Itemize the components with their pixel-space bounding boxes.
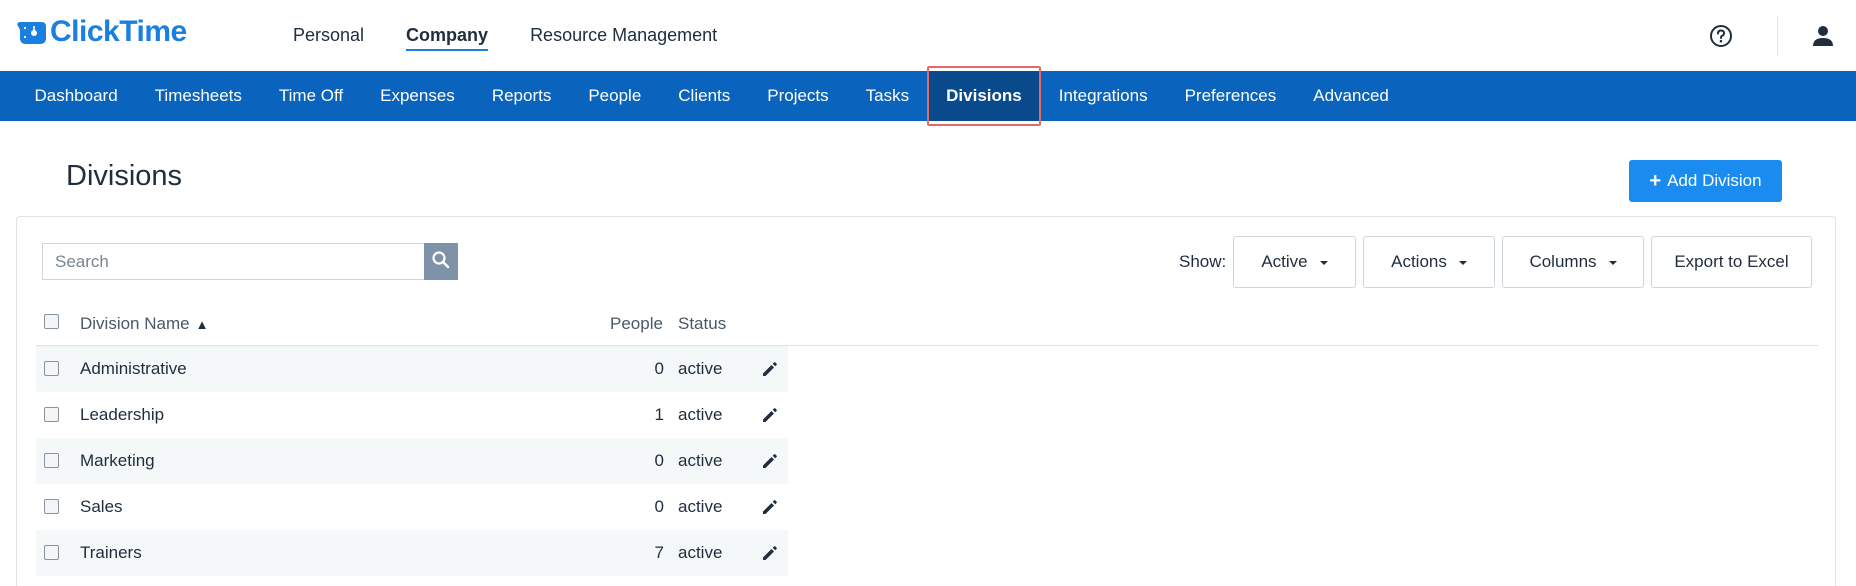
question-circle-icon[interactable] — [1708, 23, 1734, 49]
row-checkbox[interactable] — [44, 407, 59, 422]
nav-timesheets[interactable]: Timesheets — [136, 71, 260, 121]
people-count: 1 — [654, 405, 664, 424]
row-checkbox[interactable] — [44, 361, 59, 376]
nav-expenses[interactable]: Expenses — [362, 71, 474, 121]
table-row: Marketing 0 active — [36, 438, 788, 484]
top-nav: Personal Company Resource Management — [293, 0, 759, 71]
division-name[interactable]: Leadership — [80, 405, 164, 425]
top-header: ClickTime Personal Company Resource Mana… — [0, 0, 1856, 71]
nav-reports[interactable]: Reports — [473, 71, 570, 121]
division-name[interactable]: Trainers — [80, 543, 142, 563]
pencil-edit-icon[interactable] — [760, 359, 780, 379]
columns-label: Columns — [1529, 252, 1597, 271]
search-button[interactable] — [424, 243, 458, 280]
sort-ascending-icon: ▲ — [195, 317, 209, 332]
clicktime-logo[interactable]: ClickTime — [16, 14, 187, 50]
search-input[interactable] — [42, 243, 424, 280]
add-division-label: Add Division — [1667, 171, 1762, 190]
row-checkbox[interactable] — [44, 453, 59, 468]
select-all-checkbox[interactable] — [44, 314, 59, 329]
nav-advanced[interactable]: Advanced — [1295, 71, 1408, 121]
pencil-edit-icon[interactable] — [760, 405, 780, 425]
nav-time-off[interactable]: Time Off — [260, 71, 361, 121]
nav-tasks[interactable]: Tasks — [847, 71, 927, 121]
top-right-controls — [1708, 0, 1856, 71]
pencil-edit-icon[interactable] — [760, 543, 780, 563]
division-name[interactable]: Administrative — [80, 359, 187, 379]
division-name[interactable]: Marketing — [80, 451, 155, 471]
row-checkbox[interactable] — [44, 499, 59, 514]
search-bar — [42, 243, 458, 280]
columns-dropdown[interactable]: Columns — [1502, 236, 1644, 288]
main-nav: Dashboard Timesheets Time Off Expenses R… — [0, 66, 1856, 126]
show-filter-value: Active — [1261, 252, 1308, 271]
division-name-header-label: Division Name — [80, 314, 190, 333]
export-to-excel-button[interactable]: Export to Excel — [1651, 236, 1812, 288]
pencil-edit-icon[interactable] — [760, 497, 780, 517]
logo-text: ClickTime — [50, 15, 187, 48]
people-count: 0 — [654, 451, 664, 470]
nav-divisions[interactable]: Divisions — [926, 66, 1041, 126]
nav-people[interactable]: People — [570, 71, 660, 121]
caret-down-icon — [1608, 261, 1617, 265]
add-division-button[interactable]: + Add Division — [1629, 160, 1782, 202]
top-nav-personal[interactable]: Personal — [293, 0, 364, 71]
top-nav-company[interactable]: Company — [406, 0, 489, 71]
nav-clients[interactable]: Clients — [660, 71, 749, 121]
row-checkbox[interactable] — [44, 545, 59, 560]
actions-dropdown[interactable]: Actions — [1363, 236, 1495, 288]
page-title: Divisions — [66, 160, 183, 192]
status-text: active — [678, 543, 723, 562]
show-filter-dropdown[interactable]: Active — [1233, 236, 1356, 288]
table-row: Sales 0 active — [36, 484, 788, 530]
column-header-people[interactable]: People — [610, 314, 663, 334]
people-count: 0 — [654, 497, 664, 516]
division-name[interactable]: Sales — [80, 497, 123, 517]
people-count: 0 — [654, 359, 664, 378]
table-row: Administrative 0 active — [36, 346, 788, 392]
nav-integrations[interactable]: Integrations — [1040, 71, 1166, 121]
nav-projects[interactable]: Projects — [749, 71, 847, 121]
header-divider — [1777, 15, 1778, 56]
people-count: 7 — [654, 543, 664, 562]
caret-down-icon — [1319, 261, 1328, 265]
user-icon[interactable] — [1810, 23, 1836, 49]
nav-preferences[interactable]: Preferences — [1166, 71, 1295, 121]
table-row: Trainers 7 active — [36, 530, 788, 576]
status-text: active — [678, 405, 723, 424]
nav-dashboard[interactable]: Dashboard — [16, 71, 136, 121]
status-text: active — [678, 359, 723, 378]
pencil-edit-icon[interactable] — [760, 451, 780, 471]
export-label: Export to Excel — [1674, 252, 1789, 271]
top-nav-resource-management[interactable]: Resource Management — [530, 0, 717, 71]
clock-logo-icon — [16, 16, 48, 48]
caret-down-icon — [1458, 261, 1467, 265]
plus-icon: + — [1649, 169, 1662, 192]
actions-label: Actions — [1391, 252, 1447, 271]
show-label: Show: — [1179, 252, 1227, 271]
search-icon — [431, 250, 451, 273]
table-row: Leadership 1 active — [36, 392, 788, 438]
status-text: active — [678, 497, 723, 516]
status-text: active — [678, 451, 723, 470]
column-header-division-name[interactable]: Division Name ▲ — [80, 314, 208, 334]
column-header-status[interactable]: Status — [678, 314, 726, 334]
table-header: Division Name ▲ People Status — [36, 306, 1818, 346]
